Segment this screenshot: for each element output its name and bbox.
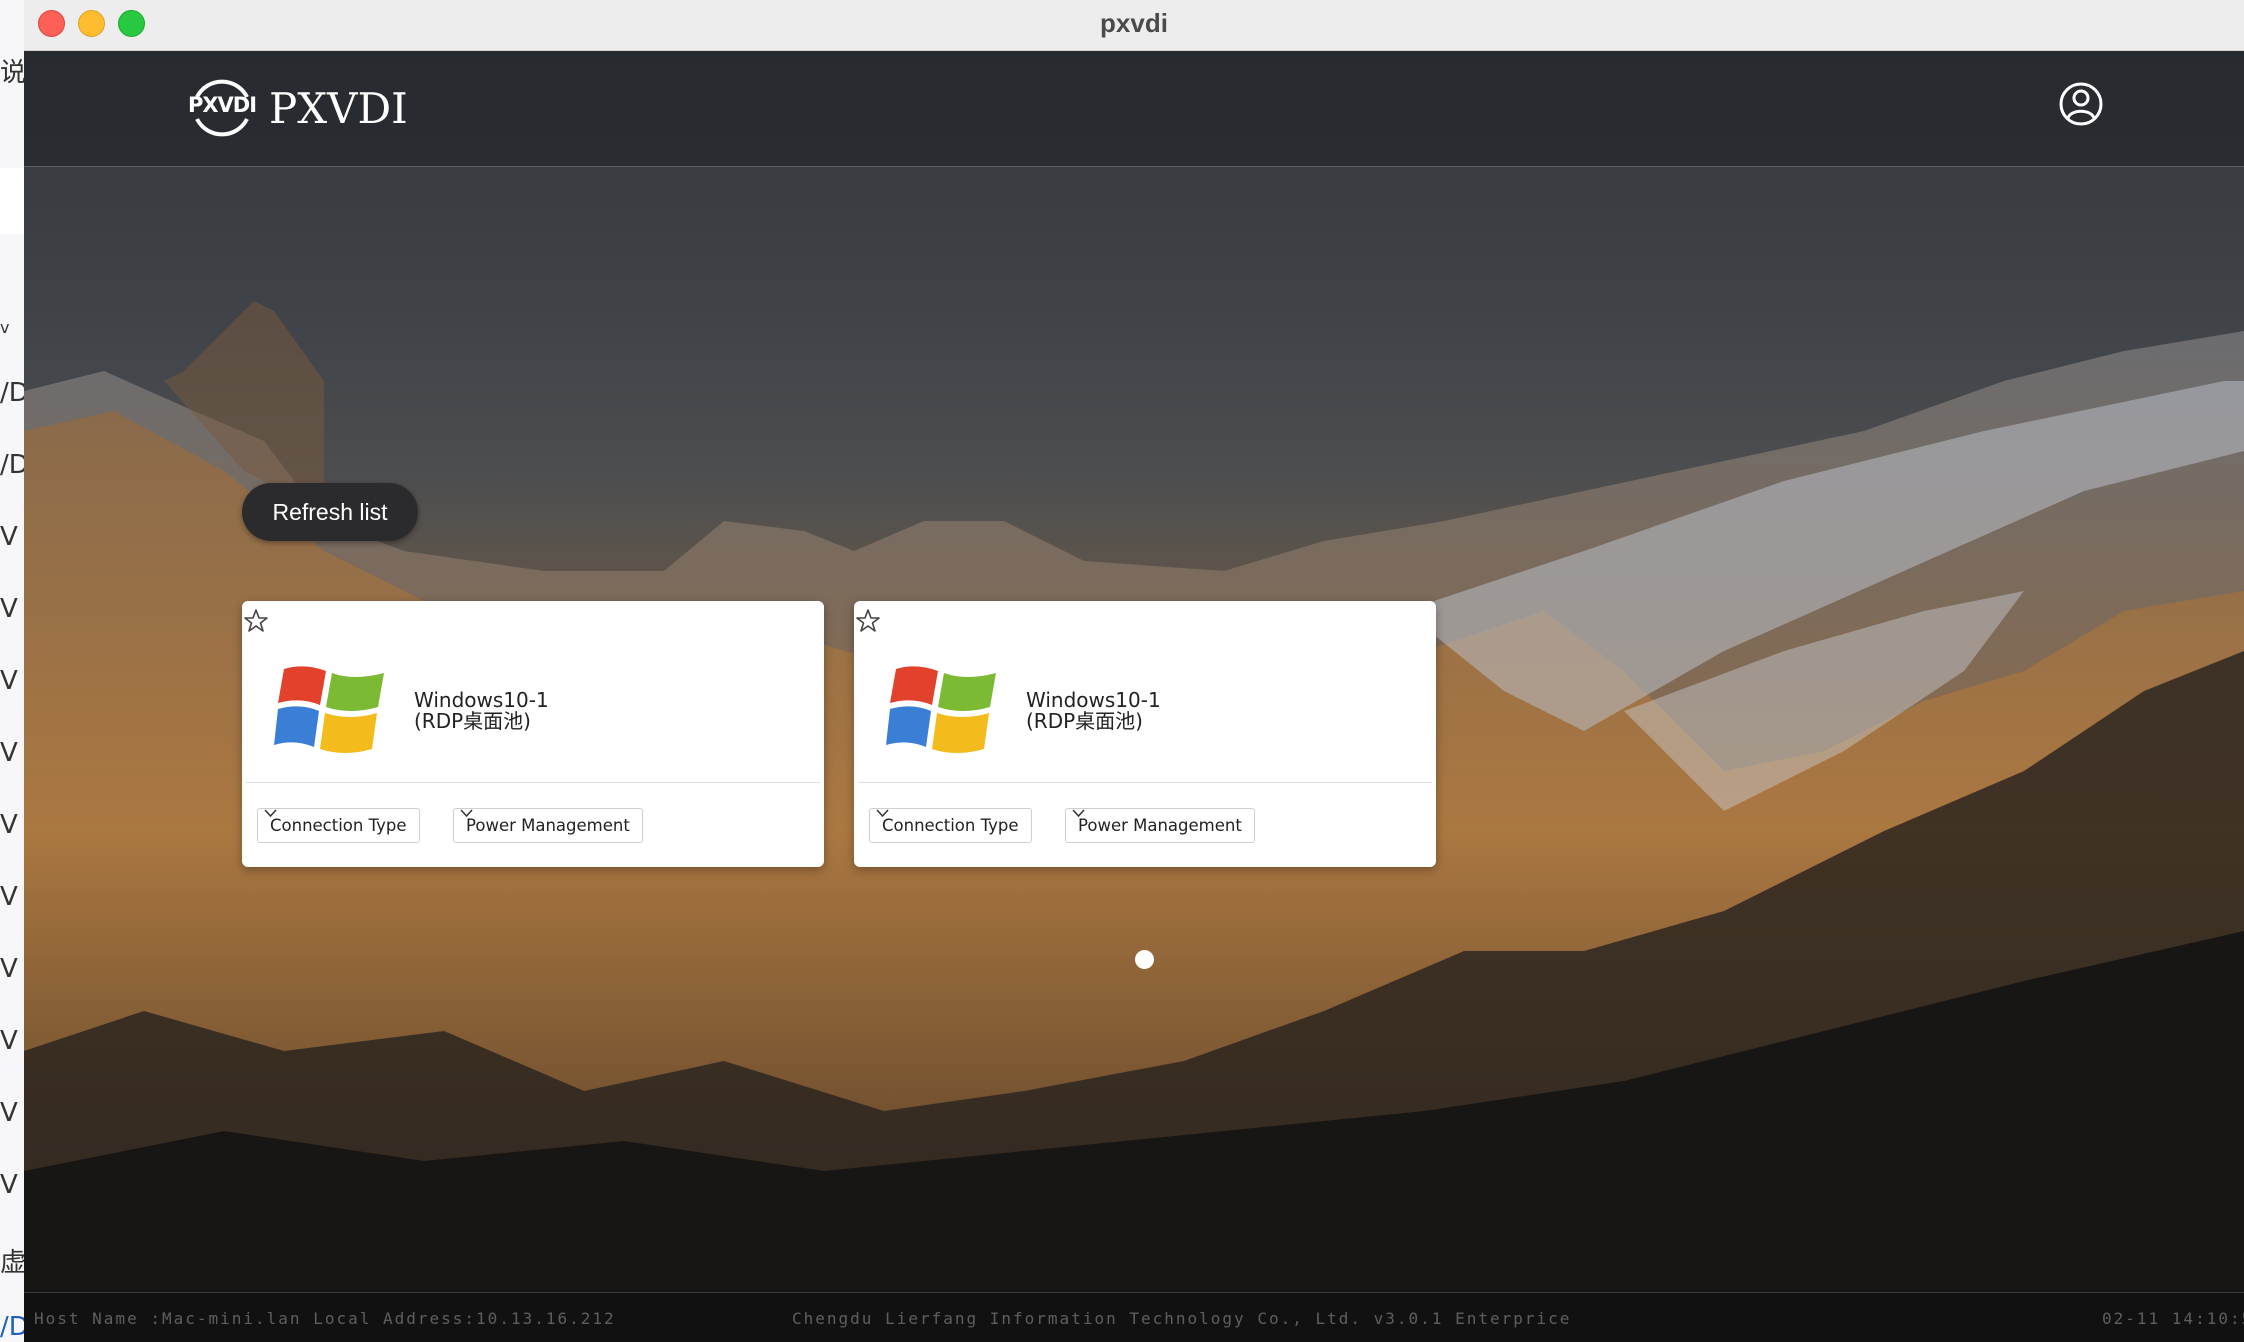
logo-word: PXVDI — [187, 93, 257, 117]
desktop-card[interactable]: Windows10-1 (RDP桌面池) Connection Type Pow… — [242, 601, 824, 867]
card-divider — [858, 782, 1432, 783]
power-management-dropdown[interactable]: Power Management — [453, 808, 643, 843]
desktop-card[interactable]: Windows10-1 (RDP桌面池) Connection Type Pow… — [854, 601, 1436, 867]
card-divider — [246, 782, 820, 783]
windows-logo-icon — [886, 666, 996, 753]
windows-logo-icon — [274, 666, 384, 753]
background-text: V — [0, 522, 18, 552]
app-header: PXVDI PXVDI — [24, 51, 2244, 167]
background-text: V — [0, 882, 18, 912]
chevron-down-icon — [264, 809, 277, 818]
chevron-down-icon — [1072, 809, 1085, 818]
page-indicator-dot[interactable] — [1135, 950, 1154, 969]
window-title: pxvdi — [1100, 8, 1168, 38]
chevron-down-icon — [460, 809, 473, 818]
refresh-list-button[interactable]: Refresh list — [242, 483, 418, 541]
user-circle-icon — [2059, 82, 2103, 126]
favorite-star-icon[interactable] — [854, 607, 882, 635]
company-info: Chengdu Lierfang Information Technology … — [792, 1309, 1572, 1328]
status-bar: Host Name :Mac-mini.lan Local Address:10… — [24, 1292, 2244, 1342]
background-text: /D — [0, 1312, 24, 1342]
logo-text: PXVDI — [269, 83, 408, 133]
desktop-name: Windows10-1 — [1026, 688, 1161, 712]
desktop-name-block: Windows10-1 (RDP桌面池) — [414, 690, 549, 732]
background-selection — [0, 168, 24, 234]
title-bar: pxvdi — [24, 0, 2244, 51]
background-text: V — [0, 594, 18, 624]
background-text: V — [0, 1098, 18, 1128]
background-text: V — [0, 1026, 18, 1056]
wallpaper-scene: PXVDI PXVDI Refresh list Windows10-1 (RD… — [24, 51, 2244, 1342]
app-window: pxvdi PXVDI PXVDI Refresh list Windows10… — [24, 0, 2244, 1342]
desktop-pool: (RDP桌面池) — [414, 709, 531, 733]
connection-type-label: Connection Type — [882, 816, 1019, 835]
desktop-name: Windows10-1 — [414, 688, 549, 712]
favorite-star-icon[interactable] — [242, 607, 270, 635]
pxvdi-logo: PXVDI PXVDI — [187, 73, 408, 143]
connection-type-label: Connection Type — [270, 816, 407, 835]
connection-type-dropdown[interactable]: Connection Type — [869, 808, 1032, 843]
desktop-name-block: Windows10-1 (RDP桌面池) — [1026, 690, 1161, 732]
background-text: V — [0, 810, 18, 840]
background-text: V — [0, 666, 18, 696]
background-window: 说 v /D /D V V V V V V V V V V 虚 /D — [0, 0, 24, 1342]
power-management-label: Power Management — [466, 816, 630, 835]
desktop-pool: (RDP桌面池) — [1026, 709, 1143, 733]
background-text: /D — [0, 378, 24, 408]
user-account-button[interactable] — [2058, 81, 2104, 127]
background-text: v — [0, 318, 10, 337]
background-text: V — [0, 738, 18, 768]
background-text: V — [0, 1170, 18, 1200]
host-info: Host Name :Mac-mini.lan Local Address:10… — [34, 1309, 616, 1328]
power-management-dropdown[interactable]: Power Management — [1065, 808, 1255, 843]
logo-emblem: PXVDI — [187, 73, 257, 143]
background-text: 虚 — [0, 1248, 24, 1278]
connection-type-dropdown[interactable]: Connection Type — [257, 808, 420, 843]
chevron-down-icon — [876, 809, 889, 818]
datetime: 02-11 14:10:5 — [2102, 1309, 2244, 1328]
background-text: /D — [0, 450, 24, 480]
power-management-label: Power Management — [1078, 816, 1242, 835]
background-text: 说 — [0, 58, 24, 88]
background-text: V — [0, 954, 18, 984]
